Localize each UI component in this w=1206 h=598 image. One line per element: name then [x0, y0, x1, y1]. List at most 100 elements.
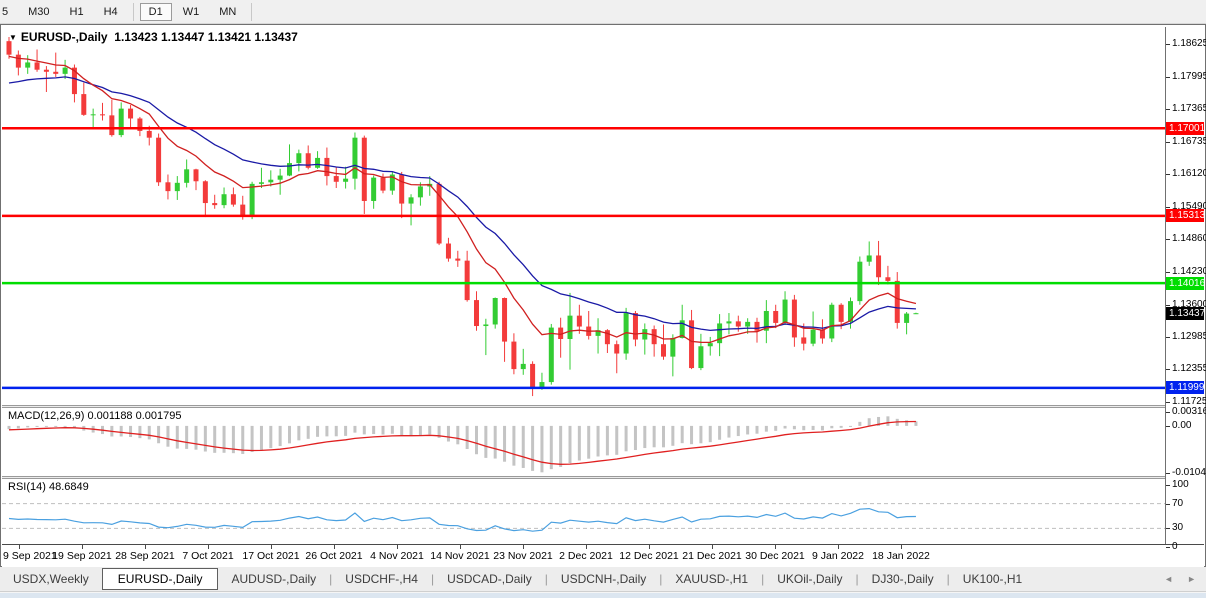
tabs-scroll-left-icon[interactable]: ◄ [1164, 574, 1173, 584]
date-tick-mark [271, 545, 272, 549]
date-tick-mark [334, 545, 335, 549]
tabs-scroll-right-icon[interactable]: ► [1187, 574, 1196, 584]
rsi-tick-mark [1166, 485, 1170, 486]
tab-uk100-h1[interactable]: UK100-,H1 [950, 569, 1035, 589]
macd-signal-value: 0.001795 [136, 410, 182, 422]
rsi-tick-mark [1166, 547, 1170, 548]
date-tick-mark [397, 545, 398, 549]
timeframe-button-w1[interactable]: W1 [174, 3, 209, 21]
macd-tick-label: 0.00 [1172, 420, 1191, 431]
timeframe-toolbar: 5M30H1H4 D1W1MN [0, 0, 1206, 24]
date-label: 9 Jan 2022 [812, 550, 864, 562]
macd-tick-label: 0.003165 [1172, 406, 1206, 417]
chart-window: ▼EURUSD-,Daily 1.13423 1.13447 1.13421 1… [0, 24, 1206, 567]
date-tick-mark [838, 545, 839, 549]
price-tick-label: 1.12355 [1172, 363, 1206, 374]
rsi-label: RSI(14) 48.6849 [8, 481, 89, 493]
timeframe-button-5[interactable]: 5 [0, 3, 17, 21]
tab-scroll-arrows: ◄► [1164, 574, 1196, 584]
macd-label: MACD(12,26,9) 0.001188 0.001795 [8, 410, 182, 422]
rsi-tick-label: 70 [1172, 498, 1183, 509]
price-tick-mark [1166, 207, 1170, 208]
chart-ohlc-values: 1.13423 1.13447 1.13421 1.13437 [114, 30, 298, 44]
symbol-dropdown-icon[interactable]: ▼ [9, 33, 17, 42]
window-bottom-edge [0, 592, 1206, 598]
price-tick-label: 1.17365 [1172, 103, 1206, 114]
date-label: 17 Oct 2021 [242, 550, 299, 562]
price-tick-mark [1166, 272, 1170, 273]
price-tick-mark [1166, 239, 1170, 240]
price-tick-mark [1166, 305, 1170, 306]
rsi-tick-mark [1166, 528, 1170, 529]
rsi-value: 48.6849 [49, 481, 89, 493]
macd-tick-label: -0.01043 [1172, 467, 1206, 478]
macd-tick-mark [1166, 412, 1170, 413]
date-label: 19 Sep 2021 [52, 550, 112, 562]
date-label: 30 Dec 2021 [745, 550, 805, 562]
macd-pane[interactable]: MACD(12,26,9) 0.001188 0.001795 [2, 408, 1166, 476]
tab-eurusd-daily[interactable]: EURUSD-,Daily [102, 568, 219, 590]
date-label: 7 Oct 2021 [182, 550, 233, 562]
macd-main-value: 0.001188 [87, 410, 132, 422]
price-tick-mark [1166, 77, 1170, 78]
date-tick-mark [19, 545, 20, 549]
price-tick-mark [1166, 142, 1170, 143]
timeframe-button-mn[interactable]: MN [210, 3, 245, 21]
toolbar-separator [133, 3, 134, 21]
tab-usdchf-h4[interactable]: USDCHF-,H4 [332, 569, 431, 589]
date-tick-mark [145, 545, 146, 549]
level-price-badge: 1.11999 [1166, 381, 1204, 394]
price-tick-mark [1166, 369, 1170, 370]
tab-audusd-daily[interactable]: AUDUSD-,Daily [218, 569, 329, 589]
price-tick-mark [1166, 402, 1170, 403]
date-tick-mark [649, 545, 650, 549]
rsi-tick-label: 100 [1172, 479, 1189, 490]
tab-xauusd-h1[interactable]: XAUUSD-,H1 [662, 569, 761, 589]
timeframe-button-d1[interactable]: D1 [140, 3, 172, 21]
date-axis[interactable]: 9 Sep 202119 Sep 202128 Sep 20217 Oct 20… [2, 544, 1204, 567]
date-tick-mark [586, 545, 587, 549]
rsi-tick-mark [1166, 504, 1170, 505]
date-tick-mark [712, 545, 713, 549]
price-tick-mark [1166, 174, 1170, 175]
rsi-tick-label: 30 [1172, 522, 1183, 533]
price-pane[interactable]: ▼EURUSD-,Daily 1.13423 1.13447 1.13421 1… [2, 27, 1166, 405]
timeframe-button-m30[interactable]: M30 [19, 3, 58, 21]
tab-usdcnh-daily[interactable]: USDCNH-,Daily [548, 569, 659, 589]
price-chart-canvas[interactable] [2, 27, 1166, 405]
tab-ukoil-daily[interactable]: UKOil-,Daily [764, 569, 855, 589]
date-label: 4 Nov 2021 [370, 550, 424, 562]
price-tick-mark [1166, 44, 1170, 45]
timeframe-button-h1[interactable]: H1 [61, 3, 93, 21]
macd-tick-mark [1166, 473, 1170, 474]
rsi-canvas[interactable] [2, 479, 1166, 544]
macd-tick-mark [1166, 426, 1170, 427]
tab-usdx-weekly[interactable]: USDX,Weekly [0, 569, 102, 589]
chart-tabs-bar: USDX,WeeklyEURUSD-,DailyAUDUSD-,Daily|US… [0, 567, 1206, 592]
date-label: 28 Sep 2021 [115, 550, 175, 562]
level-price-badge: 1.15313 [1166, 209, 1204, 222]
price-tick-label: 1.14230 [1172, 266, 1206, 277]
price-tick-label: 1.16735 [1172, 136, 1206, 147]
date-label: 12 Dec 2021 [619, 550, 679, 562]
date-label: 21 Dec 2021 [682, 550, 742, 562]
rsi-tick-label: 0 [1172, 541, 1178, 552]
tab-dj30-daily[interactable]: DJ30-,Daily [859, 569, 947, 589]
date-tick-mark [523, 545, 524, 549]
date-tick-mark [208, 545, 209, 549]
price-tick-label: 1.16120 [1172, 168, 1206, 179]
date-tick-mark [82, 545, 83, 549]
rsi-pane[interactable]: RSI(14) 48.6849 [2, 479, 1166, 544]
timeframe-button-h4[interactable]: H4 [95, 3, 127, 21]
level-price-badge: 1.14016 [1166, 277, 1204, 290]
price-axis[interactable]: 1.186251.179951.173651.167351.161201.154… [1165, 27, 1204, 544]
date-label: 2 Dec 2021 [559, 550, 613, 562]
price-tick-label: 1.18625 [1172, 38, 1206, 49]
level-price-badge: 1.17001 [1166, 122, 1204, 135]
date-label: 23 Nov 2021 [493, 550, 553, 562]
date-tick-mark [775, 545, 776, 549]
tab-usdcad-daily[interactable]: USDCAD-,Daily [434, 569, 545, 589]
date-label: 26 Oct 2021 [305, 550, 362, 562]
price-tick-mark [1166, 109, 1170, 110]
current-price-badge: 1.13437 [1166, 307, 1204, 320]
